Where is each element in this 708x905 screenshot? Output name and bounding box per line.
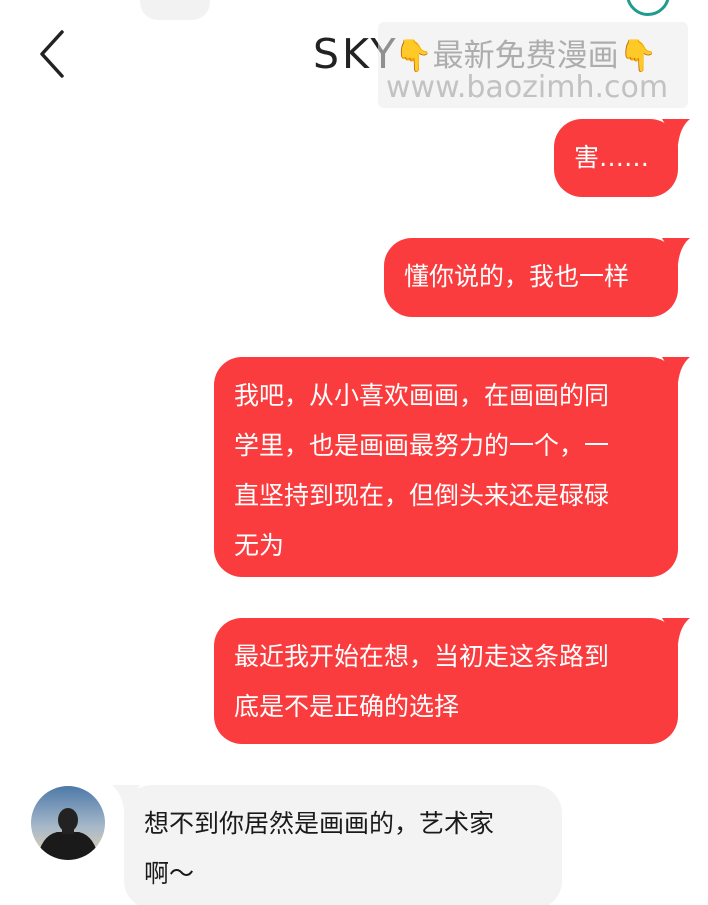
back-button[interactable] — [22, 24, 82, 84]
incoming-message-bubble[interactable]: 想不到你居然是画画的，艺术家 啊～ — [112, 785, 562, 905]
watermark-line1: 👇最新免费漫画👇 — [394, 30, 657, 75]
pointing-down-hand-icon: 👇 — [618, 38, 658, 74]
contact-avatar-image — [31, 786, 105, 860]
avatar[interactable] — [31, 786, 105, 860]
message-text: 我吧，从小喜欢画画，在画画的同 学里，也是画画最努力的一个，一 直坚持到现在，但… — [234, 381, 610, 560]
chat-screen: SKY 👇最新免费漫画👇 www.baozimh.com 害…… 懂你说的，我也… — [0, 0, 708, 905]
message-text: 懂你说的，我也一样 — [404, 262, 630, 291]
top-right-icon-fragment — [626, 0, 670, 16]
message-text: 想不到你居然是画画的，艺术家 啊～ — [144, 809, 495, 888]
message-text: 害…… — [574, 143, 650, 172]
outgoing-message-bubble[interactable]: 害…… — [554, 119, 690, 197]
outgoing-message-bubble[interactable]: 懂你说的，我也一样 — [384, 238, 690, 317]
outgoing-message-bubble[interactable]: 最近我开始在想，当初走这条路到 底是不是正确的选择 — [214, 618, 690, 744]
chevron-left-icon — [40, 30, 64, 78]
message-text: 最近我开始在想，当初走这条路到 底是不是正确的选择 — [234, 642, 610, 721]
pointing-down-hand-icon: 👇 — [394, 38, 433, 74]
outgoing-message-bubble[interactable]: 我吧，从小喜欢画画，在画画的同 学里，也是画画最努力的一个，一 直坚持到现在，但… — [214, 357, 690, 577]
watermark-url: www.baozimh.com — [386, 70, 669, 105]
previous-bubble-fragment — [140, 0, 210, 20]
watermark-text: 最新免费漫画 — [432, 38, 619, 74]
